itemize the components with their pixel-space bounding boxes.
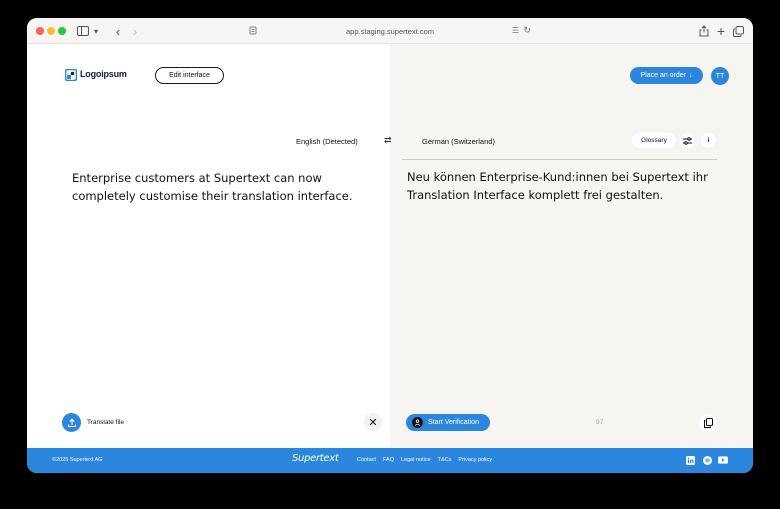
glossary-button[interactable]: Glossary	[632, 133, 676, 148]
maximize-window-button[interactable]	[58, 27, 66, 35]
close-icon[interactable]: ✕	[364, 413, 382, 431]
footer-brand-logo[interactable]: Supertext	[292, 453, 339, 464]
source-text-input[interactable]: Enterprise customers at Supertext can no…	[72, 169, 377, 205]
footer-link-contact[interactable]: Contact	[357, 457, 376, 463]
translate-page-icon[interactable]: ☰	[512, 26, 519, 35]
logo-icon	[64, 68, 78, 82]
place-order-label: Place an order	[640, 72, 687, 79]
back-button[interactable]: ‹	[112, 23, 124, 39]
footer-link-privacy[interactable]: Privacy policy	[458, 457, 492, 463]
spotify-icon[interactable]	[702, 455, 712, 465]
url-text: app.staging.supertext.com	[346, 26, 434, 36]
translation-page: Logoipsum Edit interface Place an order …	[27, 44, 753, 473]
swap-icon[interactable]: ⇄	[384, 135, 392, 146]
verify-icon	[412, 417, 423, 428]
chevron-down-icon[interactable]: ▾	[91, 23, 101, 39]
start-verification-label: Start Verification	[428, 419, 479, 426]
translation-output: Neu können Enterprise-Kund:innen bei Sup…	[407, 170, 708, 202]
logo-text: Logoipsum	[80, 69, 127, 79]
footer-links: Contact FAQ Legal notice T&Cs Privacy po…	[357, 457, 492, 463]
tab-overview-icon[interactable]	[732, 23, 744, 39]
info-icon[interactable]: i	[701, 133, 716, 148]
place-order-button[interactable]: Place an order ↓	[630, 67, 703, 84]
forward-button[interactable]: ›	[129, 23, 141, 39]
translate-file-link[interactable]: Translate file	[87, 419, 124, 426]
browser-window: ▾ ‹ › app.staging.supertext.com ☰ ↻ + Lo…	[27, 18, 753, 473]
close-window-button[interactable]	[36, 27, 44, 35]
footer-link-faq[interactable]: FAQ	[383, 457, 394, 463]
user-avatar[interactable]: TT	[711, 67, 729, 85]
reload-icon[interactable]: ↻	[523, 25, 531, 36]
copyright-text: ©2025 Supertext AG	[52, 457, 103, 463]
address-bar[interactable]: app.staging.supertext.com ☰ ↻	[243, 23, 537, 39]
browser-toolbar: ▾ ‹ › app.staging.supertext.com ☰ ↻ +	[27, 18, 753, 44]
sidebar-toggle-icon[interactable]	[76, 23, 90, 39]
footer-link-legal[interactable]: Legal notice	[401, 457, 431, 463]
footer-link-terms[interactable]: T&Cs	[438, 457, 452, 463]
edit-interface-button[interactable]: Edit interface	[155, 67, 224, 84]
character-count: 97	[596, 419, 604, 426]
site-settings-icon[interactable]	[249, 26, 257, 35]
logo[interactable]: Logoipsum	[64, 68, 127, 82]
new-tab-icon[interactable]: +	[715, 23, 727, 39]
upload-icon[interactable]	[62, 413, 81, 432]
arrow-down-icon: ↓	[689, 72, 693, 79]
youtube-icon[interactable]	[718, 455, 728, 465]
target-language-selector[interactable]: German (Switzerland)	[422, 137, 495, 146]
share-icon[interactable]	[698, 23, 710, 39]
target-pane	[390, 44, 753, 448]
start-verification-button[interactable]: Start Verification	[406, 414, 490, 431]
language-divider	[402, 159, 717, 160]
settings-icon[interactable]	[680, 133, 695, 148]
copy-icon[interactable]	[699, 414, 717, 432]
minimize-window-button[interactable]	[47, 27, 55, 35]
source-pane	[27, 44, 390, 448]
linkedin-icon[interactable]	[685, 455, 695, 465]
source-language-selector[interactable]: English (Detected)	[296, 137, 358, 146]
footer: ©2025 Supertext AG Supertext Contact FAQ…	[27, 448, 753, 473]
